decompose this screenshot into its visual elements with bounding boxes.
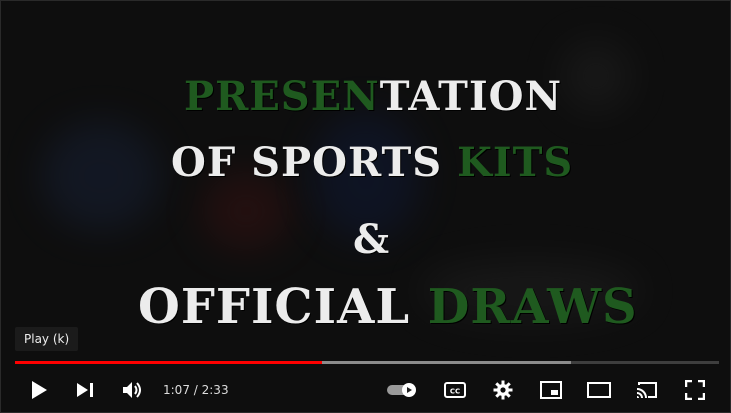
fullscreen-button[interactable] xyxy=(681,368,709,412)
title-text: OF SPORTS xyxy=(171,139,458,186)
settings-button[interactable] xyxy=(489,368,517,412)
progress-bar[interactable] xyxy=(15,361,719,364)
captions-icon: CC xyxy=(444,382,466,398)
autoplay-toggle-icon xyxy=(387,383,416,397)
autoplay-toggle[interactable] xyxy=(385,368,421,412)
next-icon xyxy=(77,383,93,397)
theater-mode-button[interactable] xyxy=(585,368,613,412)
miniplayer-button[interactable] xyxy=(537,368,565,412)
mute-button[interactable] xyxy=(119,368,147,412)
background-blur xyxy=(41,121,161,231)
title-text: DRAWS xyxy=(427,279,638,335)
fullscreen-icon xyxy=(685,380,705,400)
time-display: 1:07 / 2:33 xyxy=(163,383,229,397)
video-player[interactable]: PRESENTATION OF SPORTS KITS & OFFICIAL D… xyxy=(0,0,731,413)
miniplayer-icon xyxy=(540,381,562,399)
title-line-4: OFFICIAL DRAWS xyxy=(138,279,638,335)
played-bar xyxy=(15,361,322,364)
settings-icon xyxy=(493,380,513,400)
title-line-2: OF SPORTS KITS xyxy=(171,139,573,186)
title-line-3: & xyxy=(353,216,391,263)
title-line-1: PRESENTATION xyxy=(184,73,562,120)
volume-icon xyxy=(123,382,141,398)
theater-icon xyxy=(587,382,611,398)
title-text: TATION xyxy=(379,73,563,120)
next-button[interactable] xyxy=(71,368,99,412)
captions-button[interactable]: CC xyxy=(441,368,469,412)
title-text: OFFICIAL xyxy=(138,279,428,335)
svg-text:CC: CC xyxy=(450,388,460,396)
title-text: PRESEN xyxy=(184,73,380,120)
duration: 2:33 xyxy=(201,383,229,397)
title-text: KITS xyxy=(457,139,574,186)
play-button[interactable] xyxy=(25,368,53,412)
play-tooltip: Play (k) xyxy=(15,327,79,351)
cast-button[interactable] xyxy=(633,368,661,412)
background-blur xyxy=(561,41,631,111)
cast-icon xyxy=(636,382,657,399)
current-time: 1:07 xyxy=(163,383,190,397)
play-icon xyxy=(32,381,47,399)
control-bar: 1:07 / 2:33 CC xyxy=(1,368,730,412)
